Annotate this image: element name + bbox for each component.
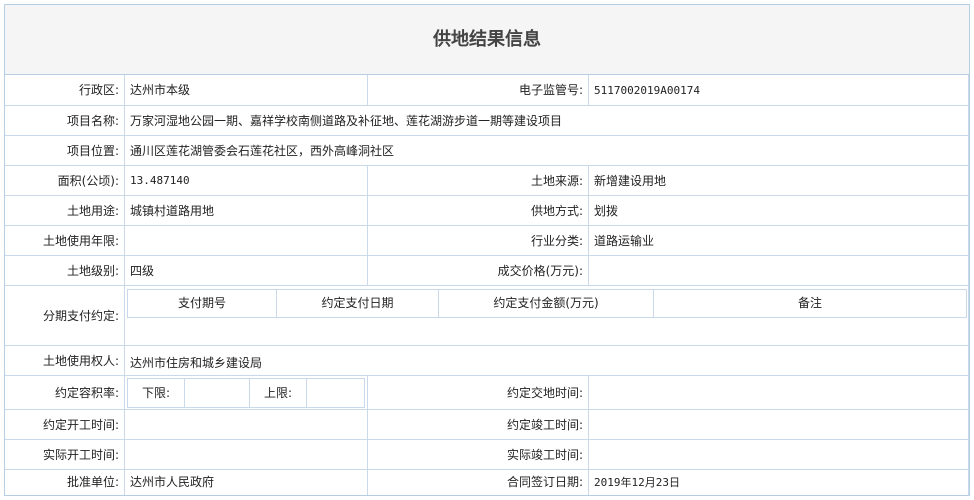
approval-unit-value: 达州市人民政府 (125, 470, 368, 495)
deal-price-value (589, 256, 969, 286)
installment-header-period: 支付期号 (127, 289, 277, 318)
completion-time-label: 约定竣工时间: (368, 410, 589, 440)
deal-price-label: 成交价格(万元): (368, 256, 589, 286)
plot-ratio-box: 下限: 上限: (125, 376, 368, 410)
plot-ratio-upper-label: 上限: (249, 378, 307, 408)
completion-time-value (589, 410, 969, 440)
land-supply-result-panel: 供地结果信息 行政区: 达州市本级 电子监管号: 5117002019A0017… (4, 4, 970, 496)
land-level-label: 土地级别: (5, 256, 125, 286)
approval-unit-label: 批准单位: (5, 470, 125, 495)
contract-date-label: 合同签订日期: (368, 470, 589, 495)
land-user-label: 土地使用权人: (5, 346, 125, 376)
project-location-label: 项目位置: (5, 136, 125, 166)
installment-table: 支付期号 约定支付日期 约定支付金额(万元) 备注 (125, 286, 969, 346)
project-name-label: 项目名称: (5, 106, 125, 136)
project-location-value: 通川区莲花湖管委会石莲花社区，西外高峰洞社区 (125, 136, 969, 166)
area-label: 面积(公顷): (5, 166, 125, 196)
delivery-time-value (589, 376, 969, 410)
supply-method-value: 划拨 (589, 196, 969, 226)
installment-header-remark: 备注 (653, 289, 967, 318)
actual-completion-value (589, 440, 969, 470)
industry-label: 行业分类: (368, 226, 589, 256)
page-title: 供地结果信息 (5, 5, 969, 75)
land-level-value: 四级 (125, 256, 368, 286)
delivery-time-label: 约定交地时间: (368, 376, 589, 410)
land-use-value: 城镇村道路用地 (125, 196, 368, 226)
land-source-value: 新增建设用地 (589, 166, 969, 196)
land-user-value: 达州市住房和城乡建设局 (125, 346, 969, 376)
installment-header-date: 约定支付日期 (276, 289, 439, 318)
installment-label: 分期支付约定: (5, 286, 125, 346)
supervision-no-value: 5117002019A00174 (589, 75, 969, 106)
land-source-label: 土地来源: (368, 166, 589, 196)
actual-completion-label: 实际竣工时间: (368, 440, 589, 470)
contract-date-value: 2019年12月23日 (589, 470, 969, 495)
start-time-label: 约定开工时间: (5, 410, 125, 440)
start-time-value (125, 410, 368, 440)
area-value: 13.487140 (125, 166, 368, 196)
use-years-label: 土地使用年限: (5, 226, 125, 256)
plot-ratio-upper-value (306, 378, 365, 408)
plot-ratio-lower-value (184, 378, 250, 408)
project-name-value: 万家河湿地公园一期、嘉祥学校南侧道路及补征地、莲花湖游步道一期等建设项目 (125, 106, 969, 136)
region-label: 行政区: (5, 75, 125, 106)
plot-ratio-label: 约定容积率: (5, 376, 125, 410)
installment-header-amount: 约定支付金额(万元) (438, 289, 654, 318)
actual-start-value (125, 440, 368, 470)
region-value: 达州市本级 (125, 75, 368, 106)
supply-method-label: 供地方式: (368, 196, 589, 226)
actual-start-label: 实际开工时间: (5, 440, 125, 470)
supervision-no-label: 电子监管号: (368, 75, 589, 106)
industry-value: 道路运输业 (589, 226, 969, 256)
plot-ratio-lower-label: 下限: (127, 378, 185, 408)
land-use-label: 土地用途: (5, 196, 125, 226)
use-years-value (125, 226, 368, 256)
